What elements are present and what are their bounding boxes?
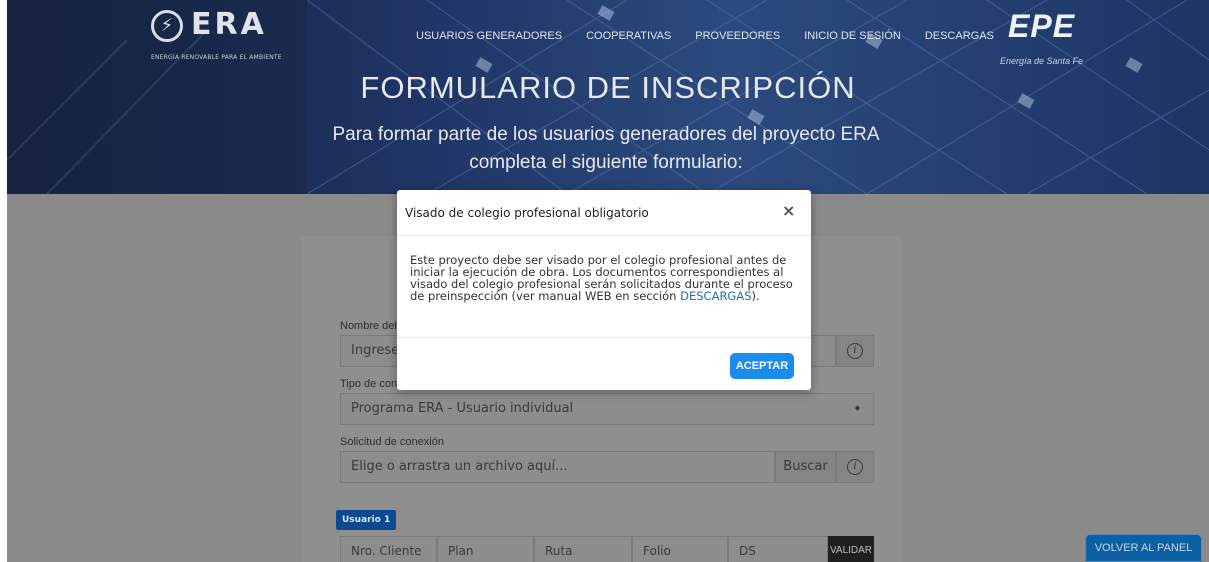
nav-descargas[interactable]: DESCARGAS bbox=[925, 30, 994, 44]
nav-usuarios-generadores[interactable]: USUARIOS GENERADORES bbox=[416, 30, 562, 44]
tipo-conexion-select[interactable]: Programa ERA - Usuario individual ♦ bbox=[340, 393, 874, 425]
volver-al-panel-button[interactable]: VOLVER AL PANEL bbox=[1085, 534, 1202, 562]
modal-body-end: ). bbox=[751, 289, 760, 303]
header-banner: ⚡ ERA ENERGÍA RENOVABLE PARA EL AMBIENTE… bbox=[7, 0, 1209, 194]
modal-footer: ACEPTAR bbox=[397, 337, 811, 390]
era-logo-text: ERA bbox=[191, 7, 267, 42]
nav-inicio-sesion[interactable]: INICIO DE SESIÓN bbox=[804, 30, 901, 44]
epe-logo[interactable]: EPE Energía de Santa Fe bbox=[1000, 8, 1090, 68]
modal-body: Este proyecto debe ser visado por el col… bbox=[410, 254, 795, 302]
page-subtitle: Para formar parte de los usuarios genera… bbox=[332, 124, 880, 173]
folio-input[interactable]: Folio bbox=[632, 536, 728, 562]
solicitud-label: Solicitud de conexión bbox=[340, 436, 444, 448]
select-arrows-icon: ♦ bbox=[853, 404, 861, 413]
info-icon: i bbox=[847, 458, 863, 475]
buscar-button[interactable]: Buscar bbox=[775, 451, 836, 483]
close-icon[interactable]: × bbox=[782, 202, 795, 220]
ruta-input[interactable]: Ruta bbox=[534, 536, 632, 562]
ds-input[interactable]: DS bbox=[728, 536, 828, 562]
page-title: FORMULARIO DE INSCRIPCIÓN bbox=[360, 70, 856, 105]
main-nav: USUARIOS GENERADORES COOPERATIVAS PROVEE… bbox=[416, 30, 1018, 44]
nav-proveedores[interactable]: PROVEEDORES bbox=[695, 30, 780, 44]
epe-logo-text: EPE bbox=[1008, 8, 1076, 44]
validar-button[interactable]: VALIDAR bbox=[828, 536, 874, 562]
modal-header: Visado de colegio profesional obligatori… bbox=[397, 190, 811, 236]
era-logo[interactable]: ⚡ ERA ENERGÍA RENOVABLE PARA EL AMBIENTE bbox=[151, 7, 301, 64]
plan-input[interactable]: Plan bbox=[437, 536, 534, 562]
tipo-conexion-value: Programa ERA - Usuario individual bbox=[351, 401, 574, 416]
epe-logo-tagline: Energía de Santa Fe bbox=[1000, 56, 1084, 66]
nombre-info-button[interactable]: i bbox=[836, 335, 874, 367]
lightning-icon: ⚡ bbox=[151, 10, 183, 42]
solicitud-info-button[interactable]: i bbox=[836, 451, 874, 483]
aceptar-button[interactable]: ACEPTAR bbox=[730, 353, 794, 379]
info-icon: i bbox=[847, 342, 863, 359]
usuario-badge: Usuario 1 bbox=[336, 510, 397, 530]
nav-cooperativas[interactable]: COOPERATIVAS bbox=[586, 30, 671, 44]
descargas-link[interactable]: DESCARGAS bbox=[680, 289, 751, 303]
solicitud-file-input[interactable]: Elige o arrastra un archivo aquí... bbox=[340, 451, 775, 483]
era-logo-tagline: ENERGÍA RENOVABLE PARA EL AMBIENTE bbox=[151, 54, 282, 61]
modal-title: Visado de colegio profesional obligatori… bbox=[405, 206, 649, 220]
visado-modal: Visado de colegio profesional obligatori… bbox=[397, 190, 811, 390]
nro-cliente-input[interactable]: Nro. Cliente bbox=[340, 536, 437, 562]
